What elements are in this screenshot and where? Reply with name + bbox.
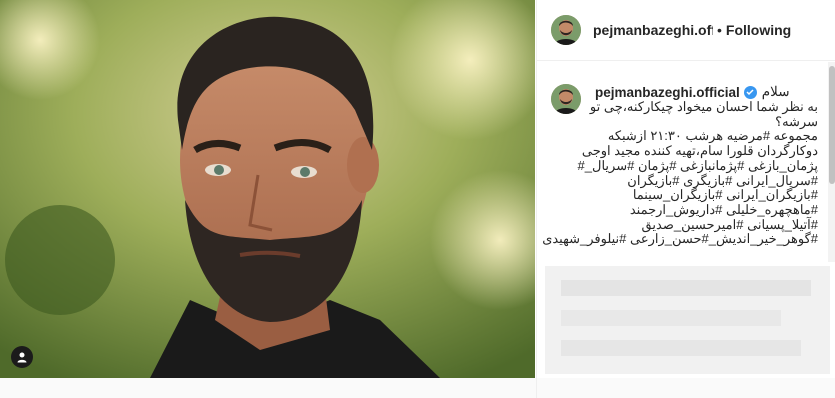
blurred-comment — [561, 280, 811, 296]
following-button[interactable]: Following — [726, 22, 791, 38]
caption-line[interactable]: #آتیلا_پسیانی #امیرحسین_صدیق — [588, 217, 818, 233]
caption-first-line: سلام — [761, 84, 790, 99]
caption-header: pejmanbazeghi.official سلام — [595, 84, 790, 100]
caption-avatar[interactable] — [551, 84, 581, 114]
separator-dot: • — [717, 22, 722, 38]
caption-avatar-image — [551, 84, 581, 114]
caption-area: pejmanbazeghi.official سلام به نظر شما ا… — [537, 74, 835, 262]
caption-line: مجموعه #مرضیه هرشب ۲۱:۳۰ ازشبکه — [607, 128, 818, 144]
avatar[interactable] — [551, 15, 581, 45]
header-username-link[interactable]: pejmanbazeghi.official — [593, 22, 713, 38]
person-glyph-icon — [17, 352, 27, 363]
caption-line[interactable]: #گوهر_خیر_اندیش_#حسن_زارعی #نیلوفر_شهیدی — [542, 232, 818, 247]
checkmark-icon — [746, 89, 754, 96]
blurred-comment — [561, 340, 801, 356]
post-header: pejmanbazeghi.official • Following — [537, 0, 835, 61]
blurred-comment — [561, 310, 781, 326]
caption-line: دوکارگردان قلورا سام،تهیه کننده مجید اوج… — [581, 143, 818, 159]
post-photo[interactable] — [0, 0, 535, 378]
post-sidebar: pejmanbazeghi.official • Following pejma… — [536, 0, 835, 398]
avatar-image — [551, 15, 581, 45]
blurred-comments — [545, 266, 830, 374]
scrollbar-thumb[interactable] — [829, 66, 835, 184]
user-tag-icon[interactable] — [11, 346, 33, 368]
caption-text: به نظر شما احسان میخواد چیکارکنه،چی تو س… — [542, 99, 818, 247]
caption-line: سرشه؟ — [775, 113, 818, 129]
portrait-image — [0, 0, 535, 378]
caption-line[interactable]: پژمان_بازغی #پژمانبازغی #پژمان #سریال_# — [578, 158, 818, 174]
caption-line[interactable]: #بازیگران_ایرانی #بازیگران_سینما — [588, 188, 818, 203]
verified-badge-icon — [743, 85, 757, 99]
caption-line[interactable]: #ماهچهره_خلیلی #داریوش_ارجمند — [588, 202, 818, 218]
caption-line[interactable]: #سریال_ایرانی #بازیگری #بازیگران — [588, 173, 818, 189]
caption-username-link[interactable]: pejmanbazeghi.official — [595, 85, 740, 100]
caption-line: به نظر شما احسان میخواد چیکارکنه،چی تو — [589, 99, 818, 114]
